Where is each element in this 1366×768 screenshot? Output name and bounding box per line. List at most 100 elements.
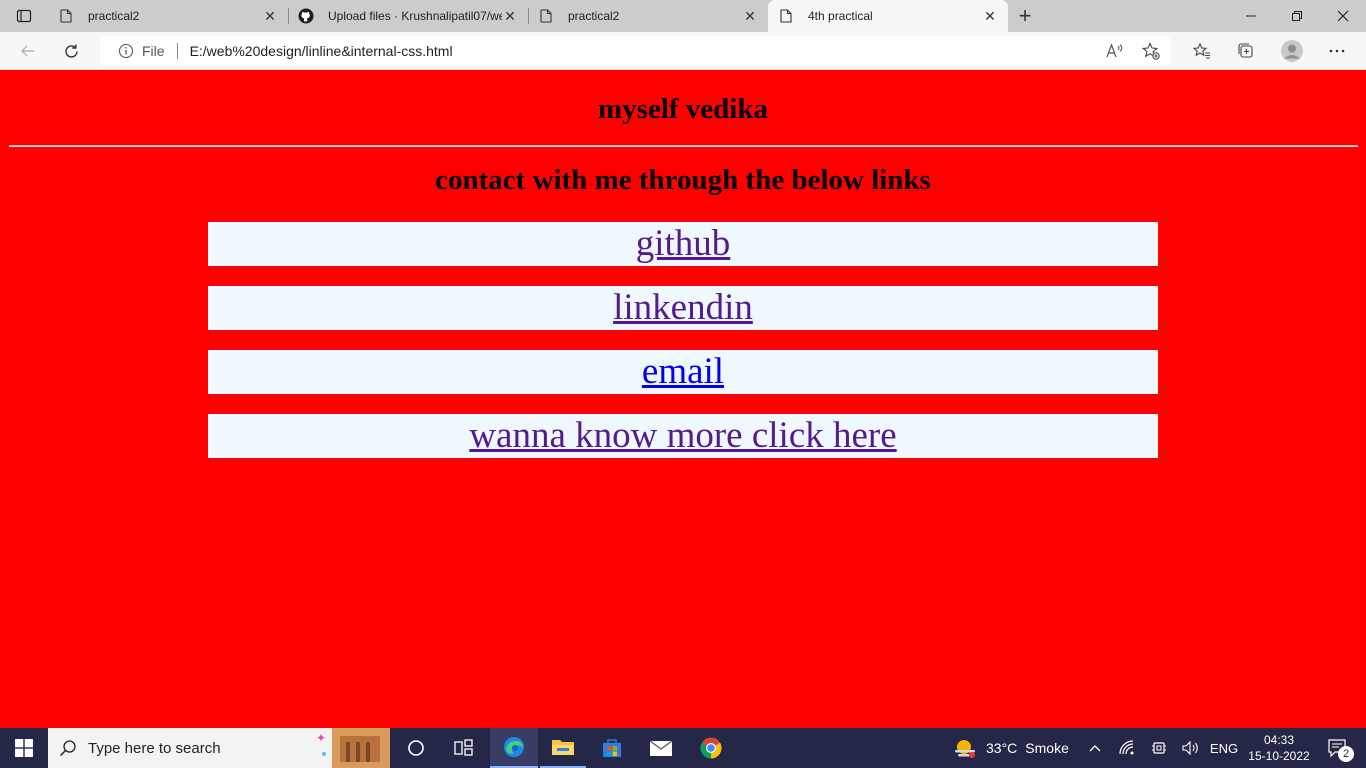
cortana-button[interactable] — [394, 728, 438, 768]
cortana-icon — [408, 740, 424, 756]
favorites-button[interactable] — [1187, 36, 1217, 66]
collections-button[interactable] — [1231, 36, 1261, 66]
address-bar[interactable]: File E:/web%20design/linline&internal-cs… — [100, 36, 1170, 66]
github-link[interactable]: github — [636, 223, 731, 264]
plus-icon: + — [1018, 3, 1032, 28]
close-window-button[interactable] — [1320, 0, 1366, 32]
language-label: ENG — [1209, 740, 1239, 756]
tab-strip: practical2 ✕ Upload files · Krushnalipat… — [0, 0, 1366, 32]
tab-practical2-2[interactable]: practical2 ✕ — [528, 0, 768, 32]
tab-title: practical2 — [568, 9, 620, 23]
back-button[interactable] — [13, 36, 43, 66]
tab-title: Upload files · Krushnalipatil07/web — [328, 9, 502, 23]
add-favorite-button[interactable] — [1136, 36, 1166, 66]
link-box-github: github — [208, 222, 1158, 266]
new-tab-button[interactable]: + — [1008, 0, 1042, 32]
page-icon — [538, 8, 554, 24]
close-icon — [1337, 10, 1349, 22]
task-view-icon — [454, 739, 473, 756]
more-icon — [1329, 49, 1345, 53]
tab-actions-icon — [16, 9, 32, 23]
device-icon — [1152, 742, 1166, 754]
favorites-icon — [1193, 42, 1210, 59]
tab-4th-practical[interactable]: 4th practical ✕ — [768, 0, 1008, 32]
page-icon — [58, 8, 74, 24]
contact-heading: contact with me through the below links — [435, 164, 931, 196]
search-placeholder: Type here to search — [88, 739, 221, 757]
store-icon — [603, 739, 621, 757]
chevron-up-icon — [1089, 745, 1101, 752]
mail-button[interactable] — [638, 728, 684, 768]
address-separator — [176, 43, 178, 59]
mail-icon — [649, 740, 673, 756]
windows-logo-icon — [15, 739, 33, 757]
scheme-label: File — [142, 43, 165, 59]
start-button[interactable] — [0, 728, 48, 768]
minimize-button[interactable] — [1228, 0, 1274, 32]
close-icon[interactable]: ✕ — [982, 8, 998, 24]
info-icon[interactable] — [118, 43, 134, 59]
url-text[interactable]: E:/web%20design/linline&internal-css.htm… — [190, 43, 453, 59]
chrome-icon — [700, 737, 722, 759]
github-icon — [298, 8, 314, 24]
more-info-link[interactable]: wanna know more click here — [469, 415, 896, 456]
page-icon — [778, 8, 794, 24]
store-button[interactable] — [590, 728, 634, 768]
notifications-button[interactable]: 2 — [1318, 728, 1358, 768]
notification-count-badge: 2 — [1338, 746, 1354, 762]
horizontal-rule — [9, 145, 1358, 147]
edge-taskbar-button[interactable] — [490, 728, 538, 768]
back-arrow-icon — [21, 45, 34, 57]
read-aloud-button[interactable] — [1100, 36, 1130, 66]
weather-haze-icon — [955, 740, 975, 758]
minimize-icon — [1246, 15, 1256, 17]
clock-date: 15-10-2022 — [1248, 749, 1310, 763]
windows-taskbar: Type here to search ✦ 33°C Smoke ENG 04:… — [0, 728, 1366, 768]
language-indicator[interactable]: ENG — [1208, 728, 1240, 768]
email-link[interactable]: email — [642, 351, 724, 392]
profile-button[interactable] — [1277, 36, 1307, 66]
settings-menu-button[interactable] — [1322, 36, 1352, 66]
read-aloud-icon — [1106, 43, 1123, 58]
search-highlight-image: ✦ — [310, 728, 390, 768]
network-icon — [1119, 740, 1134, 755]
tab-practical2-1[interactable]: practical2 ✕ — [48, 0, 288, 32]
clock[interactable]: 04:33 15-10-2022 — [1244, 728, 1314, 768]
refresh-icon — [64, 44, 78, 58]
star-add-icon — [1142, 42, 1160, 60]
clock-time: 04:33 — [1263, 733, 1295, 747]
collections-icon — [1238, 43, 1253, 58]
link-box-more: wanna know more click here — [208, 414, 1158, 458]
taskbar-search-box[interactable]: Type here to search ✦ — [48, 728, 390, 768]
weather-temperature: 33°C — [986, 740, 1018, 756]
refresh-button[interactable] — [56, 36, 86, 66]
device-button[interactable] — [1148, 728, 1170, 768]
linkedin-link[interactable]: linkendin — [613, 287, 753, 328]
task-view-button[interactable] — [442, 728, 486, 768]
browser-toolbar: File E:/web%20design/linline&internal-cs… — [0, 32, 1366, 70]
network-button[interactable] — [1116, 728, 1138, 768]
close-icon[interactable]: ✕ — [262, 8, 278, 24]
search-icon — [48, 739, 88, 757]
restore-icon — [1292, 11, 1302, 21]
tab-upload-files[interactable]: Upload files · Krushnalipatil07/web ✕ — [288, 0, 528, 32]
tab-title: practical2 — [88, 9, 140, 23]
volume-button[interactable] — [1180, 728, 1202, 768]
avatar — [1281, 40, 1303, 62]
page-content: myself vedika contact with me through th… — [0, 71, 1366, 728]
show-hidden-icons-button[interactable] — [1084, 728, 1106, 768]
link-box-linkedin: linkendin — [208, 286, 1158, 330]
tab-title: 4th practical — [808, 9, 873, 23]
close-icon[interactable]: ✕ — [502, 8, 518, 24]
edge-icon — [504, 737, 524, 757]
restore-button[interactable] — [1274, 0, 1320, 32]
chrome-button[interactable] — [688, 728, 734, 768]
svg-text:✦: ✦ — [316, 731, 326, 745]
close-icon[interactable]: ✕ — [742, 8, 758, 24]
page-heading: myself vedika — [598, 93, 768, 125]
speaker-icon — [1182, 740, 1198, 756]
weather-widget[interactable]: 33°C Smoke — [952, 728, 1080, 768]
folder-icon — [552, 740, 574, 755]
file-explorer-button[interactable] — [540, 728, 586, 768]
tab-actions-button[interactable] — [0, 0, 48, 32]
